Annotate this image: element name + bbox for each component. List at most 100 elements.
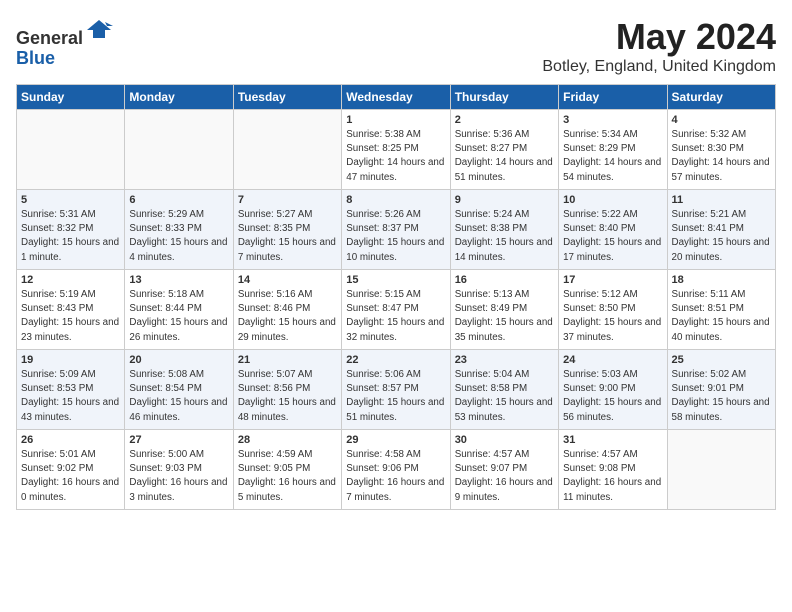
day-number: 13 xyxy=(129,274,228,286)
table-row: 10 Sunrise: 5:22 AM Sunset: 8:40 PM Dayli… xyxy=(559,190,667,270)
day-number: 16 xyxy=(455,274,554,286)
calendar-week-row: 5 Sunrise: 5:31 AM Sunset: 8:32 PM Daylig… xyxy=(17,190,776,270)
table-row: 28 Sunrise: 4:59 AM Sunset: 9:05 PM Dayli… xyxy=(233,430,341,510)
day-info: Sunrise: 4:58 AM Sunset: 9:06 PM Dayligh… xyxy=(346,448,445,505)
table-row: 18Sunrise: 5:11 AM Sunset: 8:51 PM Dayli… xyxy=(667,270,775,350)
day-info: Sunrise: 5:13 AM Sunset: 8:49 PM Dayligh… xyxy=(455,288,554,345)
day-info: Sunrise: 5:01 AM Sunset: 9:02 PM Dayligh… xyxy=(21,448,120,505)
calendar: Sunday Monday Tuesday Wednesday Thursday… xyxy=(16,84,776,510)
table-row xyxy=(125,110,233,190)
table-row: 22 Sunrise: 5:06 AM Sunset: 8:57 PM Dayli… xyxy=(342,350,450,430)
day-number: 29 xyxy=(346,434,445,446)
day-info: Sunrise: 5:07 AM Sunset: 8:56 PM Dayligh… xyxy=(238,368,337,425)
day-number: 25 xyxy=(672,354,771,366)
calendar-week-row: 26 Sunrise: 5:01 AM Sunset: 9:02 PM Dayli… xyxy=(17,430,776,510)
day-info: Sunrise: 5:08 AM Sunset: 8:54 PM Dayligh… xyxy=(129,368,228,425)
day-number: 31 xyxy=(563,434,662,446)
day-number: 5 xyxy=(21,194,120,206)
col-monday: Monday xyxy=(125,85,233,110)
table-row: 20Sunrise: 5:08 AM Sunset: 8:54 PM Dayli… xyxy=(125,350,233,430)
day-info: Sunrise: 5:18 AM Sunset: 8:44 PM Dayligh… xyxy=(129,288,228,345)
day-info: Sunrise: 5:11 AM Sunset: 8:51 PM Dayligh… xyxy=(672,288,771,345)
location: Botley, England, United Kingdom xyxy=(542,58,776,76)
table-row: 12Sunrise: 5:19 AM Sunset: 8:43 PM Dayli… xyxy=(17,270,125,350)
day-number: 21 xyxy=(238,354,337,366)
table-row: 14Sunrise: 5:16 AM Sunset: 8:46 PM Dayli… xyxy=(233,270,341,350)
day-number: 8 xyxy=(346,194,445,206)
table-row: 11 Sunrise: 5:21 AM Sunset: 8:41 PM Dayli… xyxy=(667,190,775,270)
logo-general: General xyxy=(16,28,83,48)
col-thursday: Thursday xyxy=(450,85,558,110)
logo: General Blue xyxy=(16,16,113,69)
table-row: 23 Sunrise: 5:04 AM Sunset: 8:58 PM Dayli… xyxy=(450,350,558,430)
table-row: 16 Sunrise: 5:13 AM Sunset: 8:49 PM Dayli… xyxy=(450,270,558,350)
table-row: 5 Sunrise: 5:31 AM Sunset: 8:32 PM Daylig… xyxy=(17,190,125,270)
table-row: 25Sunrise: 5:02 AM Sunset: 9:01 PM Dayli… xyxy=(667,350,775,430)
day-number: 1 xyxy=(346,114,445,126)
day-info: Sunrise: 5:09 AM Sunset: 8:53 PM Dayligh… xyxy=(21,368,120,425)
day-info: Sunrise: 5:32 AM Sunset: 8:30 PM Dayligh… xyxy=(672,128,771,185)
day-number: 9 xyxy=(455,194,554,206)
day-number: 4 xyxy=(672,114,771,126)
table-row: 9 Sunrise: 5:24 AM Sunset: 8:38 PM Daylig… xyxy=(450,190,558,270)
day-number: 10 xyxy=(563,194,662,206)
table-row: 21 Sunrise: 5:07 AM Sunset: 8:56 PM Dayli… xyxy=(233,350,341,430)
table-row: 15 Sunrise: 5:15 AM Sunset: 8:47 PM Dayli… xyxy=(342,270,450,350)
day-info: Sunrise: 4:59 AM Sunset: 9:05 PM Dayligh… xyxy=(238,448,337,505)
col-sunday: Sunday xyxy=(17,85,125,110)
day-info: Sunrise: 5:16 AM Sunset: 8:46 PM Dayligh… xyxy=(238,288,337,345)
day-number: 27 xyxy=(129,434,228,446)
day-info: Sunrise: 5:04 AM Sunset: 8:58 PM Dayligh… xyxy=(455,368,554,425)
table-row: 7Sunrise: 5:27 AM Sunset: 8:35 PM Daylig… xyxy=(233,190,341,270)
col-wednesday: Wednesday xyxy=(342,85,450,110)
day-info: Sunrise: 5:06 AM Sunset: 8:57 PM Dayligh… xyxy=(346,368,445,425)
header: General Blue May 2024 Botley, England, U… xyxy=(16,16,776,76)
day-info: Sunrise: 4:57 AM Sunset: 9:08 PM Dayligh… xyxy=(563,448,662,505)
table-row: 30 Sunrise: 4:57 AM Sunset: 9:07 PM Dayli… xyxy=(450,430,558,510)
day-info: Sunrise: 5:27 AM Sunset: 8:35 PM Dayligh… xyxy=(238,208,337,265)
day-info: Sunrise: 5:29 AM Sunset: 8:33 PM Dayligh… xyxy=(129,208,228,265)
day-number: 15 xyxy=(346,274,445,286)
table-row xyxy=(233,110,341,190)
day-info: Sunrise: 5:38 AM Sunset: 8:25 PM Dayligh… xyxy=(346,128,445,185)
table-row: 29 Sunrise: 4:58 AM Sunset: 9:06 PM Dayli… xyxy=(342,430,450,510)
day-number: 24 xyxy=(563,354,662,366)
page: General Blue May 2024 Botley, England, U… xyxy=(0,0,792,612)
table-row: 3 Sunrise: 5:34 AM Sunset: 8:29 PM Daylig… xyxy=(559,110,667,190)
logo-bird-icon xyxy=(85,16,113,44)
day-info: Sunrise: 5:31 AM Sunset: 8:32 PM Dayligh… xyxy=(21,208,120,265)
day-info: Sunrise: 5:03 AM Sunset: 9:00 PM Dayligh… xyxy=(563,368,662,425)
day-number: 11 xyxy=(672,194,771,206)
col-friday: Friday xyxy=(559,85,667,110)
day-number: 17 xyxy=(563,274,662,286)
calendar-header-row: Sunday Monday Tuesday Wednesday Thursday… xyxy=(17,85,776,110)
day-number: 19 xyxy=(21,354,120,366)
day-number: 23 xyxy=(455,354,554,366)
day-number: 22 xyxy=(346,354,445,366)
day-info: Sunrise: 5:24 AM Sunset: 8:38 PM Dayligh… xyxy=(455,208,554,265)
table-row: 31 Sunrise: 4:57 AM Sunset: 9:08 PM Dayli… xyxy=(559,430,667,510)
calendar-week-row: 19 Sunrise: 5:09 AM Sunset: 8:53 PM Dayli… xyxy=(17,350,776,430)
table-row: 1 Sunrise: 5:38 AM Sunset: 8:25 PM Daylig… xyxy=(342,110,450,190)
day-info: Sunrise: 5:21 AM Sunset: 8:41 PM Dayligh… xyxy=(672,208,771,265)
day-info: Sunrise: 5:22 AM Sunset: 8:40 PM Dayligh… xyxy=(563,208,662,265)
table-row xyxy=(17,110,125,190)
day-info: Sunrise: 4:57 AM Sunset: 9:07 PM Dayligh… xyxy=(455,448,554,505)
col-tuesday: Tuesday xyxy=(233,85,341,110)
day-number: 30 xyxy=(455,434,554,446)
table-row: 4 Sunrise: 5:32 AM Sunset: 8:30 PM Daylig… xyxy=(667,110,775,190)
table-row: 17Sunrise: 5:12 AM Sunset: 8:50 PM Dayli… xyxy=(559,270,667,350)
table-row: 19 Sunrise: 5:09 AM Sunset: 8:53 PM Dayli… xyxy=(17,350,125,430)
day-info: Sunrise: 5:00 AM Sunset: 9:03 PM Dayligh… xyxy=(129,448,228,505)
day-number: 26 xyxy=(21,434,120,446)
day-number: 12 xyxy=(21,274,120,286)
table-row: 13 Sunrise: 5:18 AM Sunset: 8:44 PM Dayli… xyxy=(125,270,233,350)
table-row: 8Sunrise: 5:26 AM Sunset: 8:37 PM Daylig… xyxy=(342,190,450,270)
day-number: 3 xyxy=(563,114,662,126)
day-info: Sunrise: 5:36 AM Sunset: 8:27 PM Dayligh… xyxy=(455,128,554,185)
table-row xyxy=(667,430,775,510)
table-row: 2Sunrise: 5:36 AM Sunset: 8:27 PM Daylig… xyxy=(450,110,558,190)
day-info: Sunrise: 5:15 AM Sunset: 8:47 PM Dayligh… xyxy=(346,288,445,345)
day-number: 28 xyxy=(238,434,337,446)
day-info: Sunrise: 5:34 AM Sunset: 8:29 PM Dayligh… xyxy=(563,128,662,185)
